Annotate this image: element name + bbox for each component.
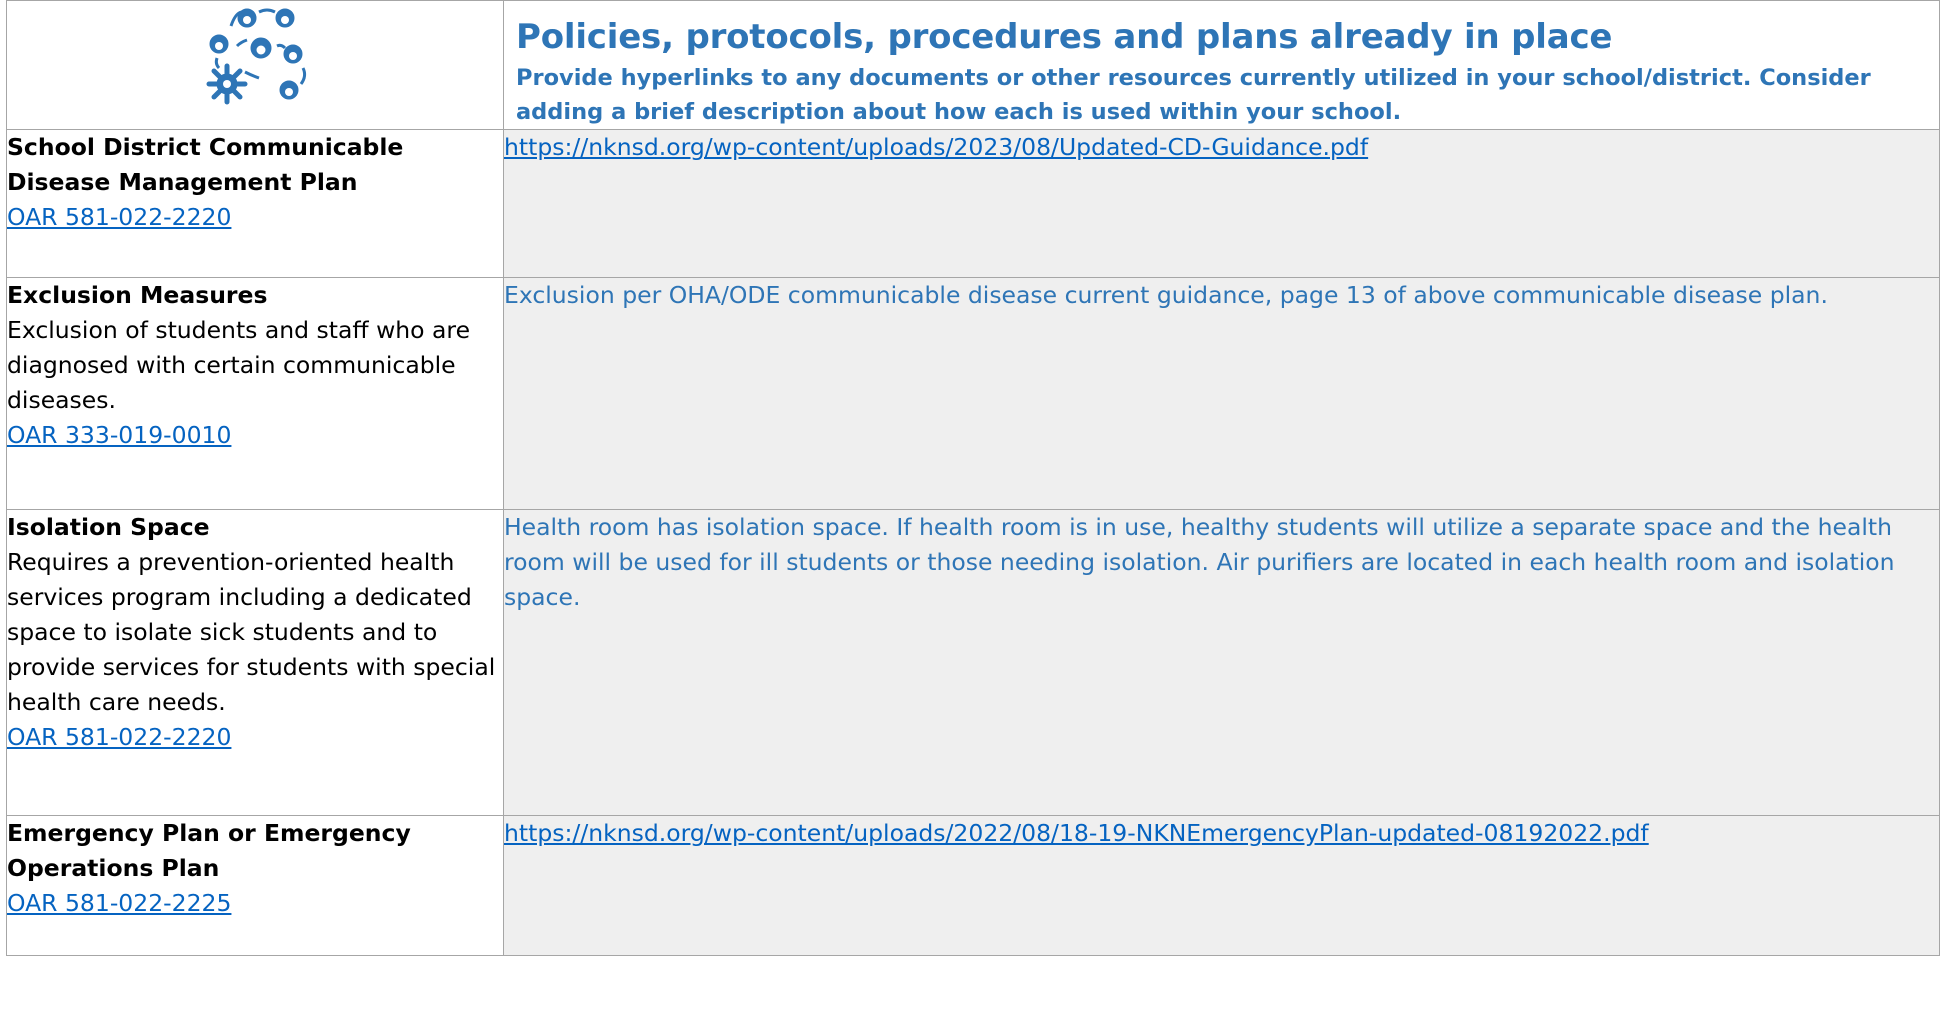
table-row: Exclusion Measures Exclusion of students… [6, 277, 1940, 510]
row-description: Exclusion of students and staff who are … [7, 316, 471, 414]
document-page: Policies, protocols, procedures and plan… [0, 0, 1940, 1024]
header-row: Policies, protocols, procedures and plan… [6, 0, 1940, 130]
oar-link[interactable]: OAR 581-022-2225 [7, 886, 231, 921]
row-label-cell: Isolation Space Requires a prevention-or… [6, 509, 504, 816]
row-title: Isolation Space [7, 513, 210, 541]
row-label-cell: School District Communicable Disease Man… [6, 129, 504, 278]
table-row: School District Communicable Disease Man… [6, 129, 1940, 278]
row-response-cell: Exclusion per OHA/ODE communicable disea… [503, 277, 1940, 510]
header-text-cell: Policies, protocols, procedures and plan… [503, 0, 1940, 130]
page-subtitle: Provide hyperlinks to any documents or o… [516, 65, 1871, 125]
response-link[interactable]: https://nknsd.org/wp-content/uploads/202… [504, 816, 1649, 851]
response-text: Exclusion per OHA/ODE communicable disea… [504, 281, 1828, 309]
plans-table: Policies, protocols, procedures and plan… [6, 0, 1940, 956]
response-link[interactable]: https://nknsd.org/wp-content/uploads/202… [504, 130, 1368, 165]
people-network-virus-icon [206, 8, 307, 105]
oar-link[interactable]: OAR 581-022-2220 [7, 720, 231, 755]
row-label-cell: Emergency Plan or Emergency Operations P… [6, 815, 504, 956]
oar-link[interactable]: OAR 333-019-0010 [7, 418, 231, 453]
oar-link[interactable]: OAR 581-022-2220 [7, 200, 231, 235]
page-title: Policies, protocols, procedures and plan… [516, 17, 1613, 57]
table-row: Emergency Plan or Emergency Operations P… [6, 815, 1940, 956]
header-icon-cell [6, 0, 504, 130]
table-row: Isolation Space Requires a prevention-or… [6, 509, 1940, 816]
row-response-cell: https://nknsd.org/wp-content/uploads/202… [503, 129, 1940, 278]
row-title: School District Communicable Disease Man… [7, 133, 404, 196]
row-description: Requires a prevention-oriented health se… [7, 548, 496, 716]
row-title: Exclusion Measures [7, 281, 268, 309]
row-title: Emergency Plan or Emergency Operations P… [7, 819, 411, 882]
row-response-cell: https://nknsd.org/wp-content/uploads/202… [503, 815, 1940, 956]
row-response-cell: Health room has isolation space. If heal… [503, 509, 1940, 816]
row-label-cell: Exclusion Measures Exclusion of students… [6, 277, 504, 510]
response-text: Health room has isolation space. If heal… [504, 513, 1895, 611]
